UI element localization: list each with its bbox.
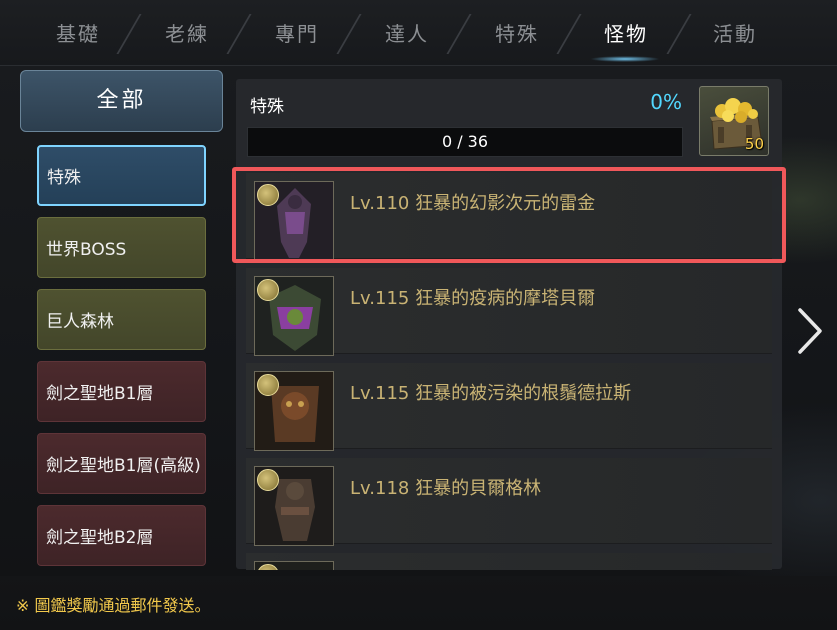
monster-portrait xyxy=(254,276,334,356)
tab-event[interactable]: 活動 xyxy=(690,18,780,48)
sidebar-item-label: 特殊 xyxy=(47,168,81,188)
collection-medal-icon xyxy=(257,469,279,491)
tab-basic[interactable]: 基礎 xyxy=(33,18,123,48)
category-tab-bar: 基礎 老練 專門 達人 特殊 怪物 活動 xyxy=(0,0,837,66)
sidebar-item-label: 世界BOSS xyxy=(46,240,127,260)
tab-veteran[interactable]: 老練 xyxy=(142,18,232,48)
tab-expert[interactable]: 專門 xyxy=(252,18,342,48)
sidebar-item-world-boss[interactable]: 世界BOSS xyxy=(37,217,206,278)
sidebar-item-label: 劍之聖地B2層 xyxy=(46,528,154,548)
monster-name: Lv.115 狂暴的被污染的根鬚德拉斯 xyxy=(350,383,632,404)
sidebar-all-button[interactable]: 全部 xyxy=(20,70,223,132)
next-page-arrow[interactable] xyxy=(790,306,830,356)
footer-note: ※ 圖鑑獎勵通過郵件發送。 xyxy=(16,596,211,615)
monster-name: Lv.118 狂暴的貝爾格林 xyxy=(350,478,542,499)
completion-percent: 0% xyxy=(650,90,682,114)
list-item[interactable]: Lv.118 狂暴的貝爾格林 xyxy=(246,458,772,546)
list-item[interactable]: Lv.115 狂暴的疫病的摩塔貝爾 xyxy=(246,268,772,356)
collection-medal-icon xyxy=(257,279,279,301)
reward-count: 50 xyxy=(744,135,764,153)
sidebar-item-sword-sanctuary-b2[interactable]: 劍之聖地B2層 xyxy=(37,505,206,566)
sidebar-item-sword-sanctuary-b1[interactable]: 劍之聖地B1層 xyxy=(37,361,206,422)
chevron-right-icon xyxy=(798,308,822,354)
monster-portrait xyxy=(254,561,334,570)
progress-count: 0 / 36 xyxy=(441,132,489,151)
reward-chest-button[interactable]: 50 xyxy=(699,86,769,156)
selection-highlight xyxy=(232,167,786,263)
collection-medal-icon xyxy=(257,374,279,396)
monster-portrait xyxy=(254,466,334,546)
sidebar-item-giant-forest[interactable]: 巨人森林 xyxy=(37,289,206,350)
list-item[interactable]: Lv.115 狂暴的被污染的根鬚德拉斯 xyxy=(246,363,772,451)
sidebar-item-label: 劍之聖地B1層 xyxy=(46,384,154,404)
monster-name: Lv.115 狂暴的疫病的摩塔貝爾 xyxy=(350,288,596,309)
sidebar-item-label: 劍之聖地B1層(高級) xyxy=(46,456,201,476)
sidebar-item-special[interactable]: 特殊 xyxy=(37,145,206,206)
sidebar-item-label: 巨人森林 xyxy=(46,312,114,332)
sidebar-item-sword-sanctuary-b1-advanced[interactable]: 劍之聖地B1層(高級) xyxy=(37,433,206,494)
monster-portrait xyxy=(254,371,334,451)
active-tab-indicator xyxy=(590,56,660,62)
panel-title: 特殊 xyxy=(250,97,284,117)
tab-master[interactable]: 達人 xyxy=(362,18,452,48)
tab-special[interactable]: 特殊 xyxy=(472,18,562,48)
completion-progress-bar: 0 / 36 xyxy=(247,127,683,157)
tab-monster[interactable]: 怪物 xyxy=(581,18,671,48)
list-item[interactable] xyxy=(246,553,772,570)
